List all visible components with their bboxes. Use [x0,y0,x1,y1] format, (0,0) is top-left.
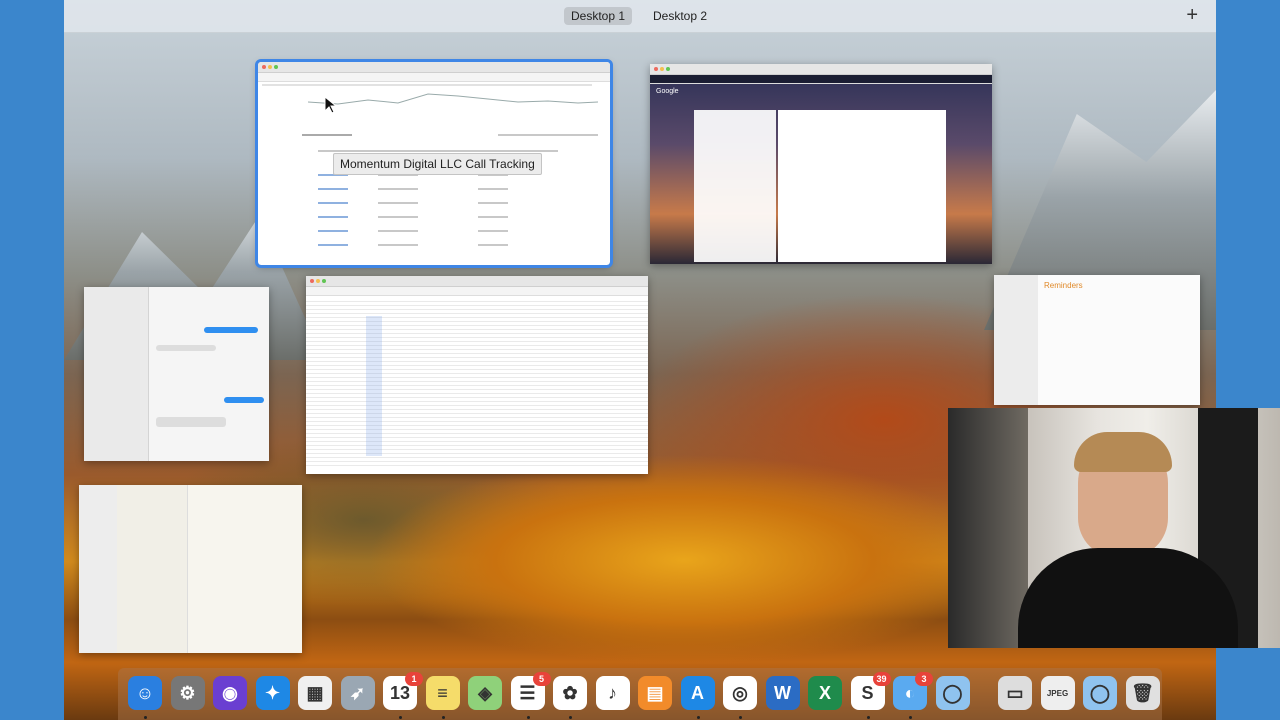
mouse-cursor-icon [324,96,338,114]
reminders-window[interactable]: Reminders [994,275,1200,405]
reminders-icon[interactable]: ☰ 5 [510,672,551,710]
messages-icon[interactable]: ◐ 3 [893,672,933,710]
add-desktop-button[interactable]: + [1186,4,1198,26]
launchpad-icon[interactable]: ▦ [298,676,332,710]
music-icon[interactable]: ♪ [595,676,630,710]
notes-icon[interactable]: ≡ [425,676,460,710]
running-indicator [909,716,912,719]
window-titlebar [258,62,610,73]
inbox-list[interactable] [694,110,776,262]
gmail-window[interactable]: Google [650,64,992,264]
notification-badge: 3 [915,672,933,686]
desktop-2-tab[interactable]: Desktop 2 [646,7,714,25]
running-indicator [526,716,530,719]
running-indicator [866,716,870,719]
jpeg-file-icon[interactable]: JPEG [1040,676,1075,710]
circle-app-icon[interactable]: ◯ [935,676,970,710]
chrome-icon[interactable]: ◎ [723,676,757,710]
address-bar[interactable] [650,75,992,84]
trash-icon[interactable]: 🗑 [1125,676,1160,710]
file-icon[interactable]: ▭ [998,676,1032,710]
desktop-1-tab[interactable]: Desktop 1 [564,7,633,25]
dock: ☺ ⚙ ◉ ✦ ▦ ➶ 13 1 ≡ ◈ ☰ 5 ✿ ♪ ▤ A ◎ W X S 39 ◐ 3 ◯ ▭ JPEG ◯ 🗑 [118,668,1162,720]
messages-window[interactable] [84,287,269,461]
address-bar[interactable] [306,287,648,296]
running-indicator [399,716,402,719]
notes-list[interactable] [117,485,188,653]
person-shirt [1018,548,1238,648]
running-indicator [696,716,700,719]
notes-window[interactable] [79,485,302,653]
running-indicator [441,716,445,719]
system-preferences-icon[interactable]: ⚙ [170,676,205,710]
slides-icon[interactable]: S 39 [850,672,891,710]
spaces-bar: Desktop 1 Desktop 2 + [64,0,1216,33]
maps-icon[interactable]: ◈ [468,676,502,710]
notification-badge: 39 [872,672,891,686]
reminders-title: Reminders [1044,281,1083,290]
window-title-tooltip: Momentum Digital LLC Call Tracking [333,153,542,175]
word-icon[interactable]: W [765,676,800,710]
webcam-video [948,408,1280,648]
running-indicator [739,716,742,719]
email-view[interactable] [778,110,946,262]
window-titlebar [650,64,992,75]
reminders-sidebar[interactable] [994,275,1038,405]
rocket-icon[interactable]: ➶ [340,676,375,710]
calendar-icon[interactable]: 13 1 [383,672,423,710]
running-indicator [569,716,572,719]
gmail-logo: Google [656,88,679,95]
books-icon[interactable]: ▤ [638,676,672,710]
address-bar[interactable] [258,73,610,82]
finder-icon[interactable]: ☺ [128,676,162,710]
circle-app-2-icon[interactable]: ◯ [1083,676,1117,710]
app-store-icon[interactable]: A [680,676,715,710]
excel-icon[interactable]: X [808,676,842,710]
siri-icon[interactable]: ◉ [213,676,247,710]
notification-badge: 1 [405,672,423,686]
photos-icon[interactable]: ✿ [553,676,587,710]
safari-icon[interactable]: ✦ [255,676,290,710]
spreadsheet-grid[interactable] [306,298,648,466]
call-chart [308,93,598,105]
notification-badge: 5 [532,672,551,686]
running-indicator [144,716,147,719]
window-titlebar [306,276,648,287]
spreadsheet-window[interactable] [306,276,648,474]
notes-folders[interactable] [79,485,117,653]
conversation-list[interactable] [84,287,149,461]
